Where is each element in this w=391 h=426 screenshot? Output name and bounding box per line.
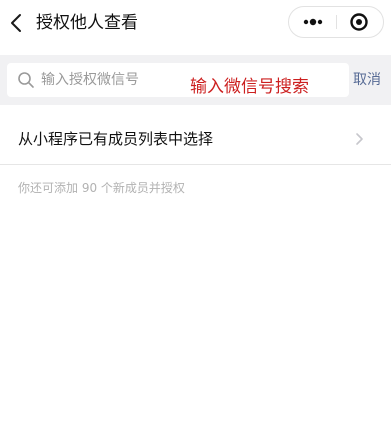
select-from-members-label: 从小程序已有成员列表中选择 bbox=[18, 130, 214, 148]
page-title: 授权他人查看 bbox=[36, 13, 138, 33]
chevron-left-icon[interactable] bbox=[6, 9, 28, 37]
chevron-right-icon bbox=[356, 133, 363, 145]
search-icon bbox=[18, 72, 34, 88]
more-dots-icon[interactable] bbox=[289, 7, 337, 37]
cancel-button[interactable]: 取消 bbox=[353, 71, 381, 89]
search-annotation: 输入微信号搜索 bbox=[190, 77, 309, 97]
select-from-members-row[interactable]: 从小程序已有成员列表中选择 bbox=[0, 115, 391, 165]
mini-program-capsule bbox=[288, 6, 384, 38]
target-close-icon[interactable] bbox=[337, 7, 383, 37]
member-quota-hint: 你还可添加 90 个新成员并授权 bbox=[18, 181, 185, 195]
navigation-bar: 授权他人查看 bbox=[0, 0, 391, 46]
